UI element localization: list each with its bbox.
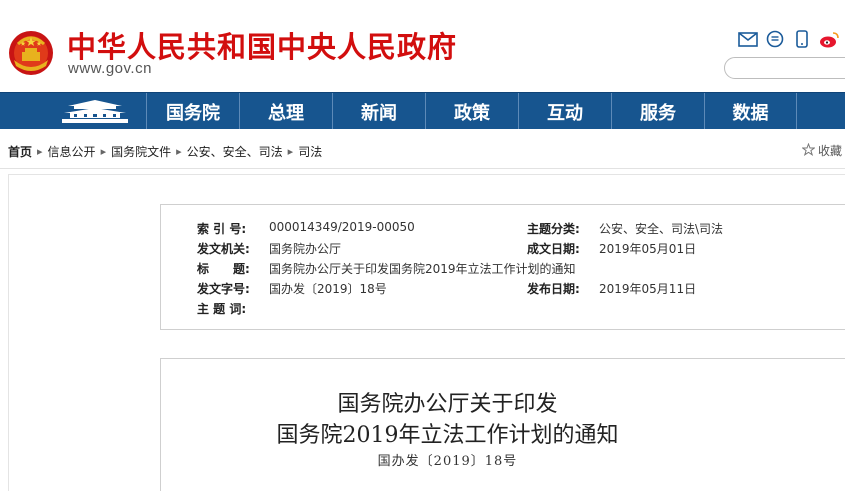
weibo-icon[interactable]: [819, 30, 839, 48]
meta-category-value: 公安、安全、司法\司法: [599, 222, 724, 236]
meta-index-value: 000014349/2019-00050: [269, 220, 415, 234]
favorite-button[interactable]: 收藏: [801, 142, 843, 159]
search-input[interactable]: [724, 57, 845, 79]
meta-index: 索 引 号: 000014349/2019-00050: [197, 220, 415, 237]
breadcrumb-judicial[interactable]: 司法: [298, 143, 322, 160]
nav-item-policy[interactable]: 政策: [425, 93, 518, 130]
document-metadata-box: 索 引 号: 000014349/2019-00050 主题分类: 公安、安全、…: [160, 204, 845, 330]
favorite-label: 收藏: [818, 144, 843, 158]
nav-item-state-council[interactable]: 国务院: [146, 93, 239, 130]
mail-icon[interactable]: [738, 30, 758, 48]
meta-docnum-value: 国办发〔2019〕18号: [269, 282, 387, 296]
meta-publish-value: 2019年05月11日: [599, 282, 697, 296]
national-emblem-icon[interactable]: [8, 30, 54, 76]
meta-title-label: 标 题:: [197, 262, 250, 276]
site-header: 中华人民共和国中央人民政府 www.gov.cn: [0, 0, 845, 92]
site-url[interactable]: www.gov.cn: [68, 60, 152, 77]
meta-publish-label: 发布日期:: [527, 282, 580, 296]
chat-icon[interactable]: [765, 30, 785, 48]
chevron-right-icon: ▸: [37, 145, 43, 158]
document-title-line2: 国务院2019年立法工作计划的通知: [276, 423, 619, 448]
meta-category-label: 主题分类:: [527, 222, 580, 236]
meta-issuer: 发文机关: 国务院办公厅: [197, 240, 341, 257]
main-nav: 国务院 总理 新闻 政策 互动 服务 数据: [0, 92, 845, 130]
meta-issuer-value: 国务院办公厅: [269, 242, 342, 256]
breadcrumb-trail: 首页 ▸ 信息公开 ▸ 国务院文件 ▸ 公安、安全、司法 ▸ 司法: [8, 143, 322, 160]
meta-title: 标 题: 国务院办公厅关于印发国务院2019年立法工作计划的通知: [197, 260, 576, 277]
nav-item-data[interactable]: 数据: [704, 93, 797, 130]
chevron-right-icon: ▸: [287, 145, 294, 158]
meta-keywords-label: 主 题 词:: [197, 302, 247, 316]
chevron-right-icon: ▸: [100, 145, 107, 158]
meta-date-value: 2019年05月01日: [599, 242, 697, 256]
meta-category: 主题分类: 公安、安全、司法\司法: [527, 220, 723, 237]
star-icon: [801, 142, 816, 159]
breadcrumb-info-disclosure[interactable]: 信息公开: [48, 143, 96, 160]
meta-docnum-label: 发文字号:: [197, 282, 250, 296]
nav-menu: 国务院 总理 新闻 政策 互动 服务 数据: [146, 93, 797, 130]
breadcrumb-home[interactable]: 首页: [8, 143, 32, 160]
nav-item-news[interactable]: 新闻: [332, 93, 425, 130]
document-number: 国办发〔2019〕18号: [377, 454, 518, 469]
chevron-right-icon: ▸: [176, 145, 182, 158]
mobile-icon[interactable]: [792, 30, 812, 48]
nav-item-premier[interactable]: 总理: [239, 93, 332, 130]
nav-item-interaction[interactable]: 互动: [518, 93, 611, 130]
breadcrumb: 首页 ▸ 信息公开 ▸ 国务院文件 ▸ 公安、安全、司法 ▸ 司法 收藏: [0, 129, 845, 169]
breadcrumb-public-security[interactable]: 公安、安全、司法: [187, 143, 283, 160]
meta-date: 成文日期: 2019年05月01日: [527, 240, 696, 257]
meta-issuer-label: 发文机关:: [197, 242, 250, 256]
tiananmen-icon[interactable]: [60, 98, 130, 125]
header-tools: [738, 30, 845, 48]
meta-index-label: 索 引 号:: [197, 222, 247, 236]
meta-publish: 发布日期: 2019年05月11日: [527, 280, 696, 297]
nav-item-services[interactable]: 服务: [611, 93, 704, 130]
breadcrumb-state-council-docs[interactable]: 国务院文件: [111, 143, 171, 160]
meta-title-value: 国务院办公厅关于印发国务院2019年立法工作计划的通知: [269, 262, 576, 276]
meta-docnum: 发文字号: 国办发〔2019〕18号: [197, 280, 387, 297]
meta-date-label: 成文日期:: [527, 242, 580, 256]
meta-keywords: 主 题 词:: [197, 300, 269, 317]
document-title-line1: 国务院办公厅关于印发: [337, 392, 558, 417]
